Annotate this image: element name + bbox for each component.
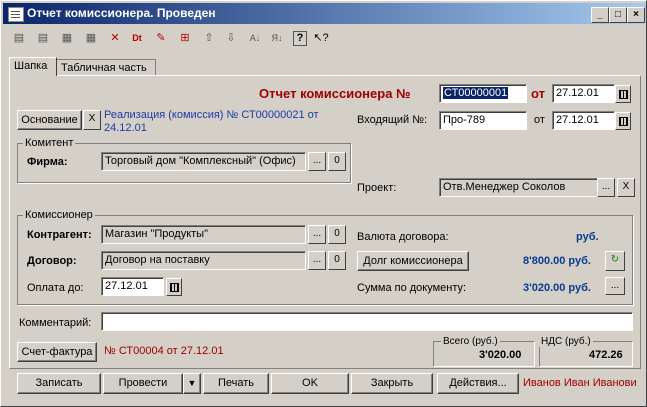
doc-number-field[interactable]: СТ00000001 [439,84,527,103]
document-icon [8,7,24,22]
firm-zero-button[interactable]: 0 [328,152,346,171]
close-button[interactable]: × [627,7,645,23]
contractor-zero-button[interactable]: 0 [328,225,346,244]
currency-label: Валюта договора: [357,231,449,243]
doc-sum-value: 3'020.00 руб. [523,282,591,294]
komitent-group-label: Комитент [23,137,76,149]
dt-icon[interactable]: Dt [129,30,145,46]
user-name: Иванов Иван Иванови [523,377,637,389]
comment-field[interactable] [101,312,633,331]
contractor-label: Контрагент: [27,229,92,241]
refresh-icon[interactable]: ↻ [605,251,625,271]
date-label: от [531,86,545,101]
post-menu-arrow[interactable]: ▼ [183,373,201,394]
incoming-date-label: от [534,114,545,126]
sort-desc-icon[interactable]: Я↓ [269,30,285,46]
basis-link[interactable]: Реализация (комиссия) № СТ00000021 от 24… [104,109,334,135]
commissioner-debt-button[interactable]: Долг комиссионера [357,251,469,271]
incoming-number-field[interactable]: Про-789 [439,111,527,130]
mark-delete-icon[interactable]: ✕ [107,30,123,46]
firm-field[interactable]: Торговый дом "Комплексный" (Офис) [101,152,306,171]
incoming-date-calendar-icon[interactable] [615,112,631,130]
move-down-icon[interactable]: ⇩ [223,30,239,46]
tab-table-part[interactable]: Табличная часть [56,59,156,76]
contract-label: Договор: [27,255,77,267]
comment-label: Комментарий: [19,317,92,329]
contract-field[interactable]: Договор на поставку [101,251,306,270]
contract-select-button[interactable]: ... [308,251,326,270]
project-clear-button[interactable]: X [617,178,635,197]
basis-clear-button[interactable]: X [83,110,101,130]
vat-label: НДС (руб.) [539,336,593,347]
structure-icon[interactable]: ⊞ [177,30,193,46]
move-up-icon[interactable]: ⇧ [201,30,217,46]
window-title: Отчет комиссионера. Проведен [27,6,216,20]
print-button[interactable]: Печать [203,373,269,394]
ok-button[interactable]: OK [271,373,349,394]
edit-row-icon[interactable]: ▦ [59,30,75,46]
new-row-icon[interactable]: ▤ [11,30,27,46]
delete-row-icon[interactable]: ▦ [83,30,99,46]
help-icon[interactable]: ? [293,31,307,46]
minimize-button[interactable]: _ [591,7,609,23]
contract-zero-button[interactable]: 0 [328,251,346,270]
project-label: Проект: [357,182,397,194]
project-select-button[interactable]: ... [597,178,615,197]
firm-select-button[interactable]: ... [308,152,326,171]
total-label: Всего (руб.) [441,336,500,347]
contractor-field[interactable]: Магазин "Продукты" [101,225,306,244]
project-field[interactable]: Отв.Менеджер Соколов [439,178,599,197]
komissioner-group-label: Комиссионер [23,209,95,221]
title-bar[interactable]: Отчет комиссионера. Проведен _ □ × [3,3,646,24]
invoice-link[interactable]: № СТ00004 от 27.12.01 [104,345,224,357]
doc-date-field[interactable]: 27.12.01 [552,84,615,103]
debt-value: 8'800.00 руб. [523,255,591,267]
basis-button[interactable]: Основание [17,110,82,130]
sort-asc-icon[interactable]: A↓ [247,30,263,46]
incoming-date-field[interactable]: 27.12.01 [552,111,615,130]
context-help-icon[interactable]: ↖? [313,30,329,46]
doc-date-calendar-icon[interactable] [615,85,631,103]
incoming-label: Входящий №: [357,114,428,126]
doc-sum-button[interactable]: ... [605,277,625,295]
invoice-button[interactable]: Счет-фактура [17,342,97,362]
pay-until-calendar-icon[interactable] [166,278,182,296]
copy-row-icon[interactable]: ▤ [35,30,51,46]
write-button[interactable]: Записать [17,373,101,394]
document-window: Отчет комиссионера. Проведен _ □ × ▤ ▤ ▦… [0,0,647,407]
check-icon[interactable]: ✎ [153,30,169,46]
tab-header[interactable]: Шапка [9,57,57,76]
vat-value: 472.26 [589,349,623,361]
actions-button[interactable]: Действия... [437,373,519,394]
close-form-button[interactable]: Закрыть [351,373,433,394]
doc-title: Отчет комиссионера № [259,86,411,101]
post-button[interactable]: Провести [103,373,183,394]
total-value: 3'020.00 [479,349,522,361]
maximize-button[interactable]: □ [609,7,627,23]
pay-until-field[interactable]: 27.12.01 [101,277,164,296]
pay-until-label: Оплата до: [27,282,84,294]
doc-sum-label: Сумма по документу: [357,282,467,294]
firm-label: Фирма: [27,156,68,168]
contractor-select-button[interactable]: ... [308,225,326,244]
currency-value: руб. [576,231,599,243]
